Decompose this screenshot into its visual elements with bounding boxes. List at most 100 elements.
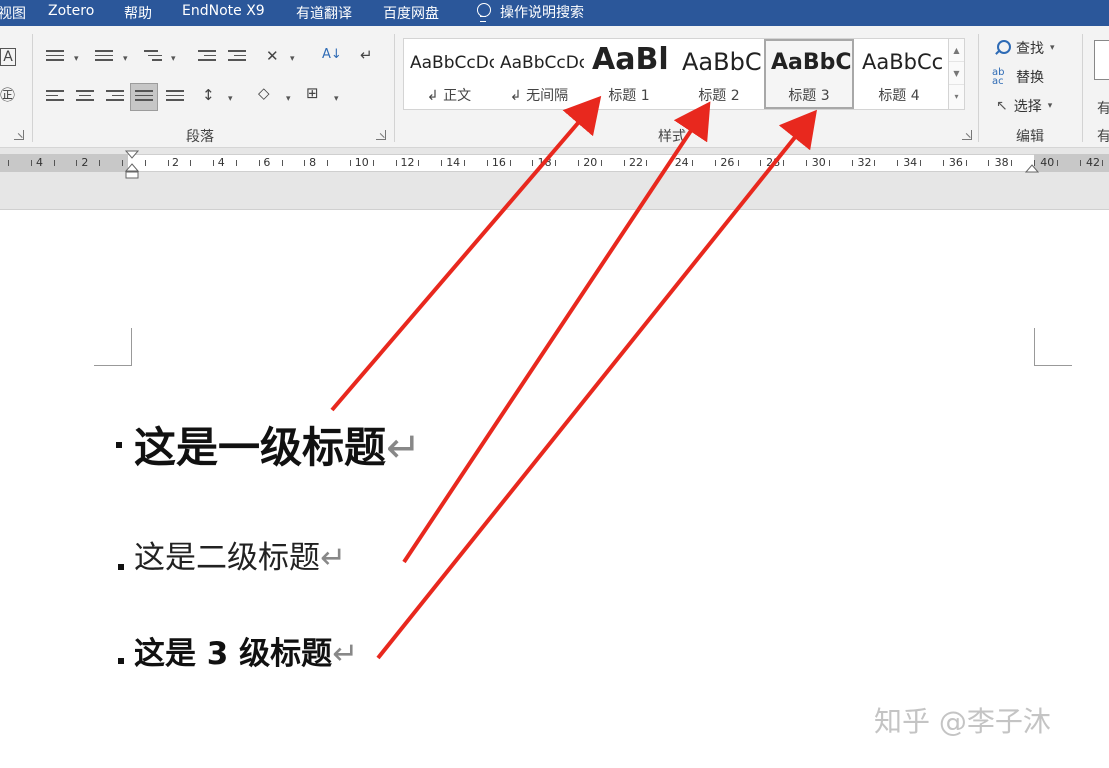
ruler-tick	[304, 160, 306, 166]
style-preview: AaBbC	[771, 50, 852, 75]
justify-button-pressed[interactable]	[130, 83, 158, 111]
ruler-tick	[8, 160, 9, 166]
ruler-number: 8	[309, 156, 317, 169]
select-button[interactable]: ↖ 选择 ▾	[996, 96, 1052, 116]
ruler-number: 24	[674, 156, 689, 169]
sort-icon[interactable]: A↓	[322, 46, 342, 64]
ruler-tick	[350, 160, 351, 166]
return-mark: ↵	[332, 636, 359, 672]
tab-zotero[interactable]: Zotero	[48, 3, 94, 19]
ruler-number: 12	[400, 156, 415, 169]
borders-icon[interactable]: ⊞	[306, 84, 319, 102]
tab-help[interactable]: 帮助	[124, 3, 152, 23]
ruler-tick	[486, 160, 488, 166]
clear-formatting-icon[interactable]: A	[0, 48, 16, 66]
enclose-character-icon[interactable]: ㊣	[0, 86, 15, 104]
replace-button[interactable]: ab ac 替换	[992, 67, 1044, 87]
ruler-tick	[851, 160, 853, 166]
gallery-scroll[interactable]: ▲ ▼ ▾	[948, 39, 964, 109]
gallery-more-icon[interactable]: ▾	[949, 85, 964, 108]
decrease-indent-icon[interactable]	[198, 50, 216, 66]
style-no-spacing[interactable]: AaBbCcDc ↲ 无间隔	[494, 39, 584, 109]
style-heading-3[interactable]: AaBbC 标题 3	[764, 39, 854, 109]
scroll-up-icon[interactable]: ▲	[949, 39, 964, 62]
style-heading-1[interactable]: AaBl 标题 1	[584, 39, 674, 109]
tab-youdao[interactable]: 有道翻译	[296, 3, 352, 23]
styles-dialog-launcher[interactable]	[962, 130, 972, 140]
lightbulb-icon	[476, 3, 491, 22]
ruler-tick	[623, 160, 625, 166]
style-normal[interactable]: AaBbCcDc ↲ 正文	[404, 39, 494, 109]
crop-mark-left	[94, 328, 132, 366]
right-indent-marker[interactable]	[1025, 164, 1039, 174]
chevron-down-icon[interactable]: ▾	[334, 90, 339, 108]
align-right-icon[interactable]	[106, 90, 124, 106]
bullets-icon[interactable]	[46, 50, 64, 66]
paragraph-mark	[118, 564, 124, 570]
tell-me-search[interactable]: 操作说明搜索	[476, 2, 584, 22]
tab-baidu-pan[interactable]: 百度网盘	[383, 3, 439, 23]
ruler-tick	[395, 160, 397, 166]
partial-group-text: 有	[1097, 101, 1109, 117]
chevron-down-icon[interactable]: ▾	[123, 50, 128, 68]
chevron-down-icon: ▾	[1047, 101, 1053, 111]
heading-level-3[interactable]: 这是 3 级标题↵	[134, 628, 358, 673]
style-name: 标题 1	[608, 88, 650, 104]
line-spacing-icon[interactable]: ↕	[202, 86, 215, 104]
style-preview: AaBl	[592, 42, 669, 77]
style-preview: AaBbCc	[862, 50, 944, 74]
cursor-icon: ↖	[996, 98, 1008, 114]
ruler-tick	[965, 160, 967, 166]
font-dialog-launcher[interactable]	[14, 130, 24, 140]
return-mark: ↵	[320, 540, 346, 576]
style-preview: AaBbC	[682, 48, 762, 76]
heading-level-1[interactable]: 这是一级标题↵	[134, 414, 421, 475]
chevron-down-icon[interactable]: ▾	[290, 50, 295, 68]
asian-layout-icon[interactable]: ✕	[266, 47, 279, 65]
ruler-tick	[281, 160, 283, 166]
replace-label: 替换	[1016, 70, 1044, 86]
style-heading-2[interactable]: AaBbC 标题 2	[674, 39, 764, 109]
style-preview: AaBbCcDc	[410, 53, 494, 73]
ruler-tick	[828, 160, 830, 166]
document-page[interactable]: 这是一级标题↵ 这是二级标题↵ 这是 3 级标题↵	[0, 210, 1109, 768]
numbering-icon[interactable]	[95, 50, 113, 66]
ruler-tick	[600, 160, 602, 166]
ruler-number: 30	[811, 156, 826, 169]
align-center-icon[interactable]	[76, 90, 94, 106]
horizontal-ruler[interactable]: 4 2 2 4 6 8 10 12 14 16 18 20 22 24 26 28 30 32 34 36 38 40 42	[0, 148, 1109, 210]
chevron-down-icon[interactable]: ▾	[286, 90, 291, 108]
ruler-tick	[464, 160, 465, 166]
partial-ribbon-button[interactable]	[1094, 40, 1109, 80]
align-left-icon[interactable]	[46, 90, 64, 106]
tab-view[interactable]: 视图	[0, 3, 26, 23]
tab-endnote[interactable]: EndNote X9	[182, 3, 265, 19]
paragraph-dialog-launcher[interactable]	[376, 130, 386, 140]
shading-icon[interactable]: ◇	[258, 84, 270, 102]
group-label-paragraph: 段落	[186, 129, 214, 145]
indent-marker[interactable]	[125, 150, 139, 182]
ruler-left-margin	[0, 154, 128, 172]
select-label: 选择	[1013, 99, 1042, 115]
show-marks-icon[interactable]: ↵	[360, 46, 373, 64]
paragraph-mark	[118, 658, 124, 664]
increase-indent-icon[interactable]	[228, 50, 246, 66]
style-heading-4[interactable]: AaBbCc 标题 4	[854, 39, 944, 109]
group-separator	[978, 34, 979, 142]
replace-icon: ab ac	[992, 67, 1005, 87]
ruler-tick	[167, 160, 169, 166]
heading-3-text: 这是 3 级标题	[134, 636, 333, 672]
ruler-number: 22	[629, 156, 643, 169]
heading-level-2[interactable]: 这是二级标题↵	[134, 532, 346, 577]
distributed-icon[interactable]	[166, 90, 184, 106]
ruler-tick	[669, 160, 671, 166]
find-button[interactable]: 查找 ▾	[994, 38, 1055, 58]
chevron-down-icon[interactable]: ▾	[171, 50, 176, 68]
multilevel-list-icon[interactable]	[144, 50, 162, 66]
scroll-down-icon[interactable]: ▼	[949, 62, 964, 85]
find-label: 查找	[1016, 41, 1044, 57]
chevron-down-icon[interactable]: ▾	[228, 90, 233, 108]
ruler-number: 18	[537, 156, 552, 169]
chevron-down-icon[interactable]: ▾	[74, 50, 79, 68]
group-separator	[1082, 34, 1083, 142]
